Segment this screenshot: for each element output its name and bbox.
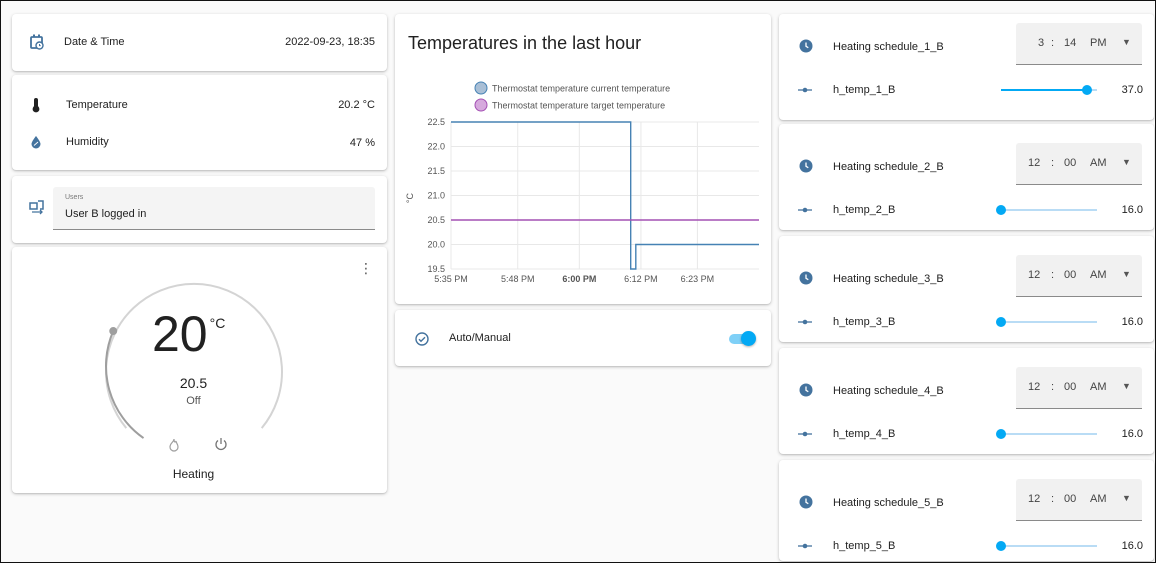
window-frame xyxy=(0,0,1156,563)
